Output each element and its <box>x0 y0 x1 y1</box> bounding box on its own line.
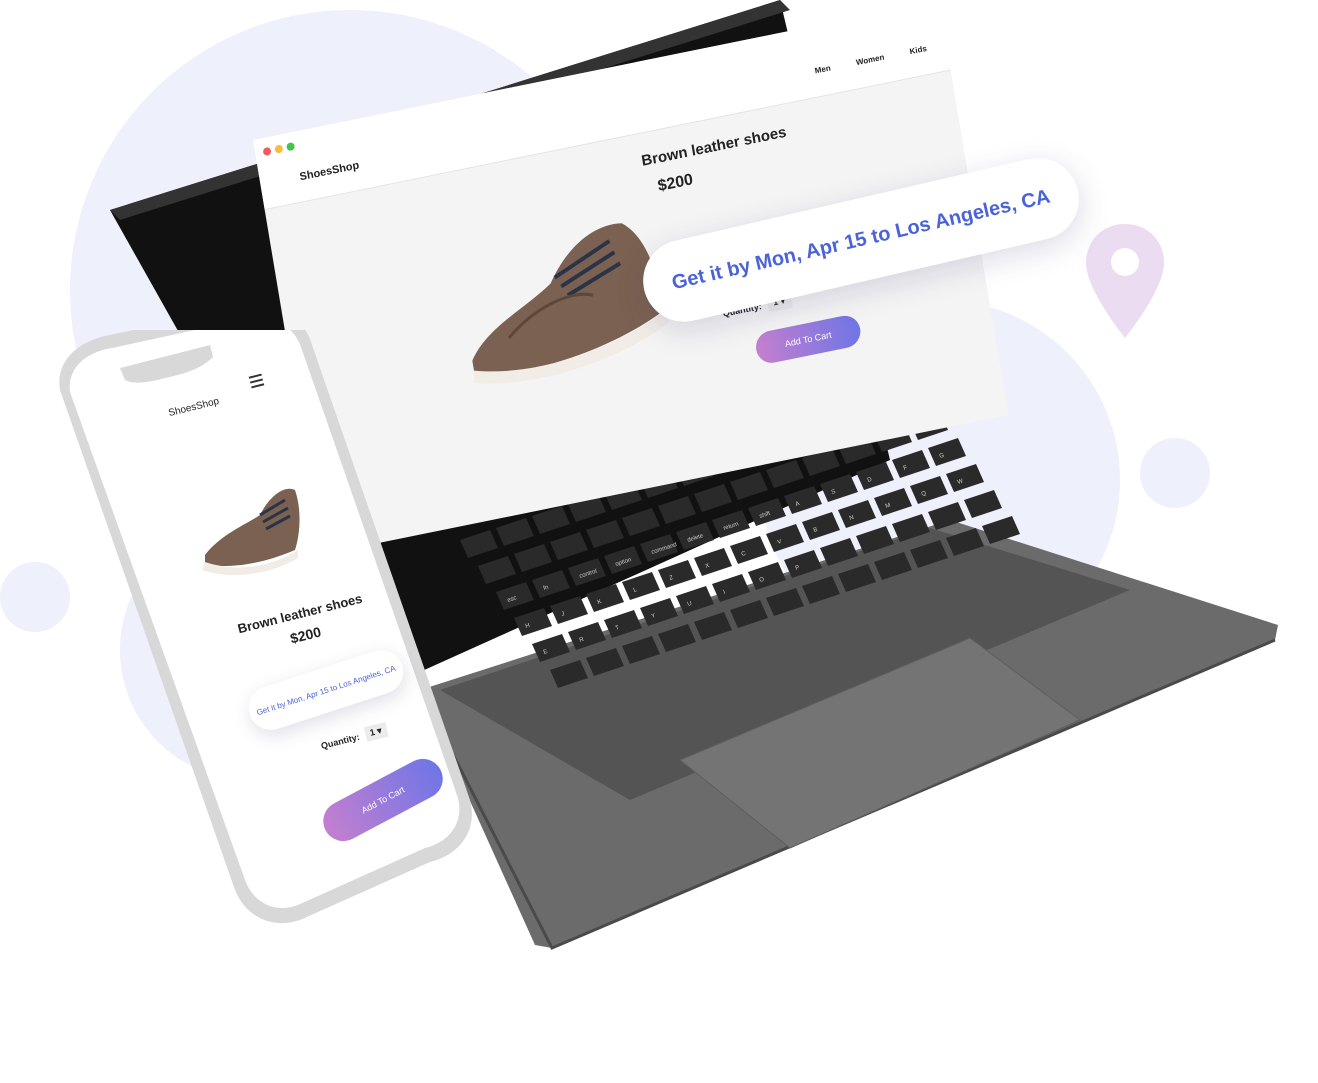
keyboard-key[interactable]: U <box>676 586 714 614</box>
keyboard-key[interactable]: F <box>892 450 930 478</box>
keyboard-key[interactable]: H <box>514 608 552 636</box>
keyboard-key[interactable] <box>892 514 930 542</box>
keyboard-key[interactable]: option <box>604 546 642 574</box>
phone: ShoesShop Brown leather shoes $200 Get i… <box>50 330 480 940</box>
keyboard-key[interactable]: S <box>820 474 858 502</box>
keyboard-key[interactable]: command <box>640 534 678 562</box>
keyboard-key[interactable] <box>478 556 516 584</box>
nav-women[interactable]: Women <box>855 53 885 68</box>
keyboard-key[interactable]: I <box>712 574 750 602</box>
keyboard-key[interactable] <box>622 508 660 536</box>
product-price: $200 <box>656 171 695 196</box>
minimize-dot[interactable] <box>274 144 284 154</box>
close-dot[interactable] <box>262 146 272 157</box>
keyboard-key[interactable]: D <box>856 462 894 490</box>
keyboard-key[interactable]: V <box>766 524 804 552</box>
keyboard-key[interactable]: delete <box>676 522 714 550</box>
window-controls <box>262 141 296 157</box>
keyboard-key[interactable] <box>586 648 624 676</box>
mobile-product-image <box>202 488 300 576</box>
keyboard-key[interactable]: X <box>694 548 732 576</box>
keyboard-key[interactable] <box>658 624 696 652</box>
keyboard-key[interactable]: T <box>604 610 642 638</box>
keyboard-key[interactable] <box>694 612 732 640</box>
keyboard-key[interactable] <box>586 520 624 548</box>
keyboard-key[interactable]: M <box>874 488 912 516</box>
keyboard-key[interactable] <box>496 518 534 546</box>
keyboard-key[interactable]: return <box>712 510 750 538</box>
keyboard-key[interactable]: A <box>784 486 822 514</box>
keyboard-key[interactable]: K <box>586 584 624 612</box>
keyboard-key[interactable] <box>856 526 894 554</box>
keyboard-key[interactable]: Q <box>910 476 948 504</box>
keyboard-key[interactable] <box>622 636 660 664</box>
keyboard-key[interactable]: R <box>568 622 606 650</box>
keyboard-key[interactable]: fn <box>532 570 570 598</box>
keyboard-key[interactable]: esc <box>496 582 534 610</box>
keyboard-key[interactable]: B <box>802 512 840 540</box>
keyboard-key[interactable]: O <box>748 562 786 590</box>
mobile-chevron-down-icon: ▾ <box>375 725 383 736</box>
mobile-quantity-value: 1 <box>368 726 376 738</box>
brand-logo[interactable]: ShoesShop <box>299 159 360 183</box>
keyboard-key[interactable]: L <box>622 572 660 600</box>
keyboard-key[interactable] <box>946 528 984 556</box>
keyboard-key[interactable]: shift <box>748 498 786 526</box>
keyboard-key[interactable] <box>766 460 804 488</box>
keyboard-key[interactable] <box>730 600 768 628</box>
keyboard-key[interactable] <box>550 660 588 688</box>
nav-kids[interactable]: Kids <box>909 44 927 56</box>
keyboard-key[interactable]: N <box>838 500 876 528</box>
phone-frame <box>59 330 472 924</box>
keyboard-key[interactable]: E <box>532 634 570 662</box>
keyboard-key[interactable]: Y <box>640 598 678 626</box>
keyboard-key[interactable] <box>730 472 768 500</box>
keyboard-key[interactable] <box>694 484 732 512</box>
keyboard-key[interactable]: W <box>946 464 984 492</box>
keyboard-key[interactable]: C <box>730 536 768 564</box>
keyboard-key[interactable]: Z <box>658 560 696 588</box>
keyboard-key[interactable] <box>550 532 588 560</box>
keyboard-key[interactable] <box>658 496 696 524</box>
nav-men[interactable]: Men <box>814 63 831 75</box>
keyboard-key[interactable]: J <box>550 596 588 624</box>
keyboard-key[interactable]: control <box>568 558 606 586</box>
product-title: Brown leather shoes <box>640 123 788 170</box>
keyboard-key[interactable] <box>910 540 948 568</box>
keyboard-key[interactable]: G <box>928 438 966 466</box>
maximize-dot[interactable] <box>286 141 296 152</box>
keyboard-key[interactable] <box>838 564 876 592</box>
keyboard-key[interactable] <box>802 576 840 604</box>
add-to-cart-button[interactable]: Add To Cart <box>753 312 863 366</box>
keyboard-key[interactable] <box>820 538 858 566</box>
keyboard-key[interactable] <box>982 516 1020 544</box>
keyboard-key[interactable] <box>928 502 966 530</box>
keyboard-key[interactable] <box>514 544 552 572</box>
keyboard-key[interactable]: P <box>784 550 822 578</box>
main-nav: Men Women Kids <box>814 44 927 76</box>
keyboard-key[interactable] <box>964 490 1002 518</box>
keyboard-key[interactable] <box>766 588 804 616</box>
keyboard-key[interactable] <box>874 552 912 580</box>
